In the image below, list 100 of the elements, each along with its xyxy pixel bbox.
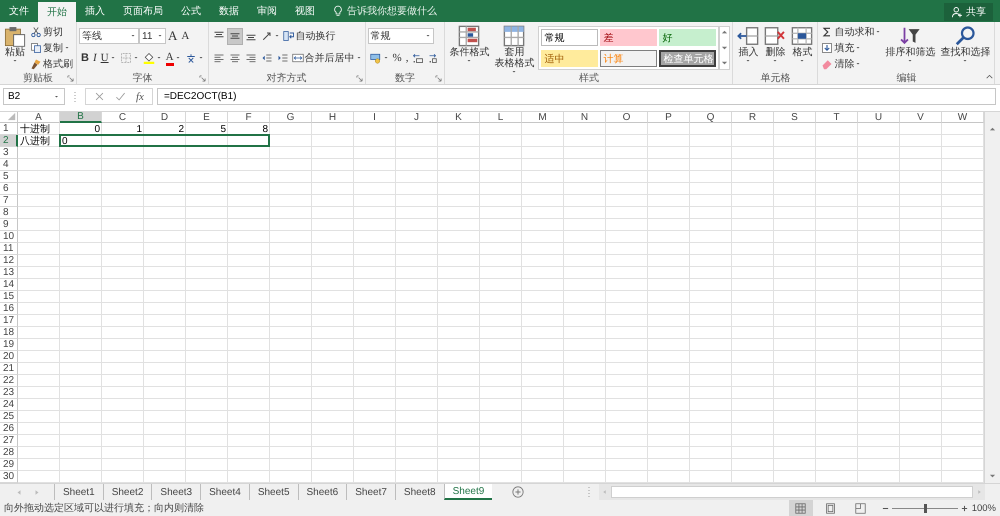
row-header[interactable]: 29 (0, 459, 18, 471)
column-header[interactable]: I (354, 112, 396, 123)
row-header[interactable]: 1 (0, 123, 18, 135)
gallery-scroller[interactable] (719, 26, 730, 70)
row-header[interactable]: 15 (0, 291, 18, 303)
row-header[interactable]: 12 (0, 255, 18, 267)
row-header[interactable]: 30 (0, 471, 18, 483)
column-header[interactable]: N (564, 112, 606, 123)
ribbon-button[interactable]: I (90, 50, 99, 66)
row-header[interactable]: 27 (0, 435, 18, 447)
cell-style-item[interactable]: 常规 (541, 29, 598, 46)
row-header[interactable]: 23 (0, 387, 18, 399)
column-header[interactable]: A (18, 112, 60, 123)
row-header[interactable]: 14 (0, 279, 18, 291)
ribbon-tab[interactable]: 插入 (76, 0, 114, 22)
vertical-scrollbar[interactable] (984, 112, 1000, 483)
row-header[interactable]: 6 (0, 183, 18, 195)
ribbon-button[interactable]: A (179, 28, 192, 44)
ribbon-tab[interactable]: 视图 (286, 0, 324, 22)
column-header[interactable]: M (522, 112, 564, 123)
column-header[interactable]: W (942, 112, 984, 123)
column-header[interactable]: T (816, 112, 858, 123)
row-header[interactable]: 26 (0, 423, 18, 435)
row-header[interactable]: 4 (0, 159, 18, 171)
row-header[interactable]: 9 (0, 219, 18, 231)
ribbon-button[interactable]: , (404, 50, 410, 66)
checkmark-icon[interactable] (115, 91, 126, 102)
column-header[interactable]: C (102, 112, 144, 123)
row-header[interactable]: 16 (0, 303, 18, 315)
column-header[interactable]: L (480, 112, 522, 123)
slider-thumb[interactable] (924, 504, 927, 512)
column-header[interactable]: J (396, 112, 438, 123)
horizontal-scrollbar[interactable] (599, 484, 985, 500)
column-header[interactable]: R (732, 112, 774, 123)
row-header[interactable]: 2 (0, 135, 18, 147)
share-button[interactable]: 共享 (944, 3, 993, 21)
ribbon-button[interactable]: A (164, 50, 183, 66)
cell-style-item[interactable]: 适中 (541, 50, 598, 67)
row-header[interactable]: 18 (0, 327, 18, 339)
name-box[interactable]: B2 (3, 88, 65, 105)
ribbon-tab[interactable]: 数据 (210, 0, 248, 22)
ribbon-button[interactable]: 格式刷 (29, 56, 74, 72)
ribbon-button[interactable]: 插入 (735, 24, 762, 72)
row-header[interactable]: 5 (0, 171, 18, 183)
ribbon-button[interactable]: 自动求和 (820, 24, 882, 40)
drag-handle-icon[interactable] (73, 90, 77, 102)
ribbon-button[interactable]: 条件格式 (447, 24, 492, 72)
row-header[interactable]: 19 (0, 339, 18, 351)
row-header[interactable]: 7 (0, 195, 18, 207)
column-header[interactable]: Q (690, 112, 732, 123)
ribbon-button[interactable]: 粘贴 (2, 24, 28, 72)
ribbon-button[interactable]: 剪切 (29, 24, 74, 40)
row-header[interactable]: 8 (0, 207, 18, 219)
column-header[interactable]: H (312, 112, 354, 123)
row-header[interactable]: 10 (0, 231, 18, 243)
row-header[interactable]: 21 (0, 363, 18, 375)
cancel-icon[interactable] (94, 91, 105, 102)
zoom-in-icon[interactable] (960, 504, 968, 512)
ribbon-button[interactable]: U (98, 50, 118, 66)
dialog-launcher-icon[interactable] (435, 75, 442, 82)
row-header[interactable]: 17 (0, 315, 18, 327)
sheet-tab[interactable]: Sheet9 (444, 484, 492, 500)
row-header[interactable]: 3 (0, 147, 18, 159)
row-header[interactable]: 25 (0, 411, 18, 423)
ribbon-button[interactable]: 复制 (29, 40, 74, 56)
ribbon-button[interactable]: 自动换行 (282, 28, 337, 44)
dropdown-field[interactable]: 等线 (79, 28, 139, 44)
ribbon-button[interactable]: 清除 (820, 56, 882, 72)
ribbon-button[interactable]: 合并后居中 (290, 50, 363, 66)
insert-function-button[interactable]: fx (136, 90, 144, 102)
column-header[interactable]: E (186, 112, 228, 123)
ribbon-tab[interactable]: 页面布局 (114, 0, 172, 22)
column-header[interactable]: O (606, 112, 648, 123)
ribbon-tab[interactable]: 审阅 (248, 0, 286, 22)
column-header[interactable]: F (228, 112, 270, 123)
row-header[interactable]: 13 (0, 267, 18, 279)
ribbon-tab[interactable]: 文件 (0, 0, 38, 22)
ribbon-button[interactable]: % (390, 50, 404, 66)
row-header[interactable]: 22 (0, 375, 18, 387)
collapse-ribbon-icon[interactable] (985, 74, 994, 81)
ribbon-button[interactable]: 套用 表格格式 (492, 24, 536, 72)
ribbon-button[interactable]: 删除 (762, 24, 788, 72)
view-button[interactable] (788, 500, 813, 516)
ribbon-button[interactable]: B (79, 50, 91, 66)
tell-me-search[interactable]: 告诉我你想要做什么 (347, 4, 437, 18)
splitter-handle-icon[interactable] (587, 486, 591, 498)
column-header[interactable]: U (858, 112, 900, 123)
ribbon-button[interactable]: 格式 (789, 24, 816, 72)
cell-style-item[interactable]: 好 (659, 29, 716, 46)
column-header[interactable]: B (60, 112, 102, 123)
column-header[interactable]: S (774, 112, 816, 123)
dropdown-field[interactable]: 11 (139, 28, 166, 44)
dialog-launcher-icon[interactable] (356, 75, 363, 82)
dropdown-field[interactable]: 常规 (368, 28, 434, 44)
ribbon-button[interactable]: 填充 (820, 40, 882, 56)
ribbon-button[interactable]: 排序和筛选 (883, 24, 938, 72)
ribbon-button[interactable]: 查找和选择 (938, 24, 992, 72)
ribbon-tab[interactable]: 公式 (172, 0, 210, 22)
row-header[interactable]: 24 (0, 399, 18, 411)
row-header[interactable]: 20 (0, 351, 18, 363)
